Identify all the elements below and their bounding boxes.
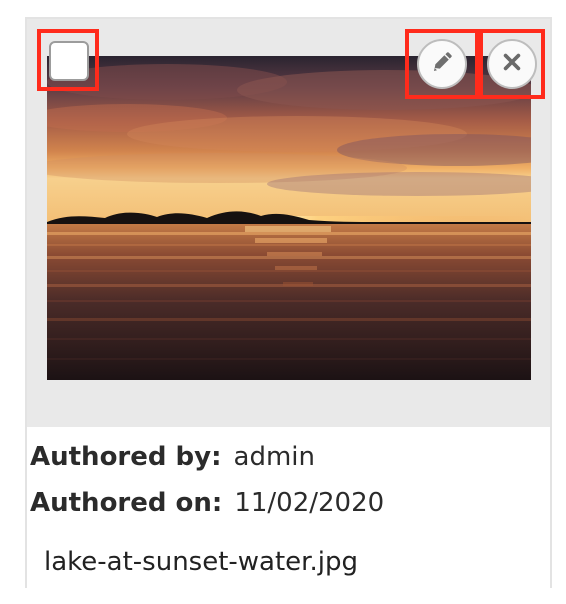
pencil-icon <box>431 51 453 77</box>
media-card: Authored by: admin Authored on: 11/02/2020… <box>25 17 552 588</box>
media-thumbnail-area <box>27 19 550 427</box>
authored-on-row: Authored on: 11/02/2020 <box>30 487 384 519</box>
authored-by-value: admin <box>233 442 315 472</box>
media-metadata: Authored by: admin Authored on: 11/02/2020… <box>27 427 550 588</box>
close-icon <box>501 51 523 77</box>
edit-button-highlight <box>405 29 479 99</box>
sunset-lake-image <box>47 56 531 380</box>
select-checkbox[interactable] <box>49 41 89 81</box>
authored-by-label: Authored by: <box>30 442 222 472</box>
authored-on-label: Authored on: <box>30 488 223 518</box>
authored-on-value: 11/02/2020 <box>234 488 385 518</box>
delete-button-highlight <box>479 29 545 99</box>
authored-by-row: Authored by: admin <box>30 441 315 473</box>
media-filename: lake-at-sunset-water.jpg <box>44 547 358 577</box>
delete-button[interactable] <box>487 39 537 89</box>
select-checkbox-highlight <box>37 29 99 91</box>
edit-button[interactable] <box>417 39 467 89</box>
